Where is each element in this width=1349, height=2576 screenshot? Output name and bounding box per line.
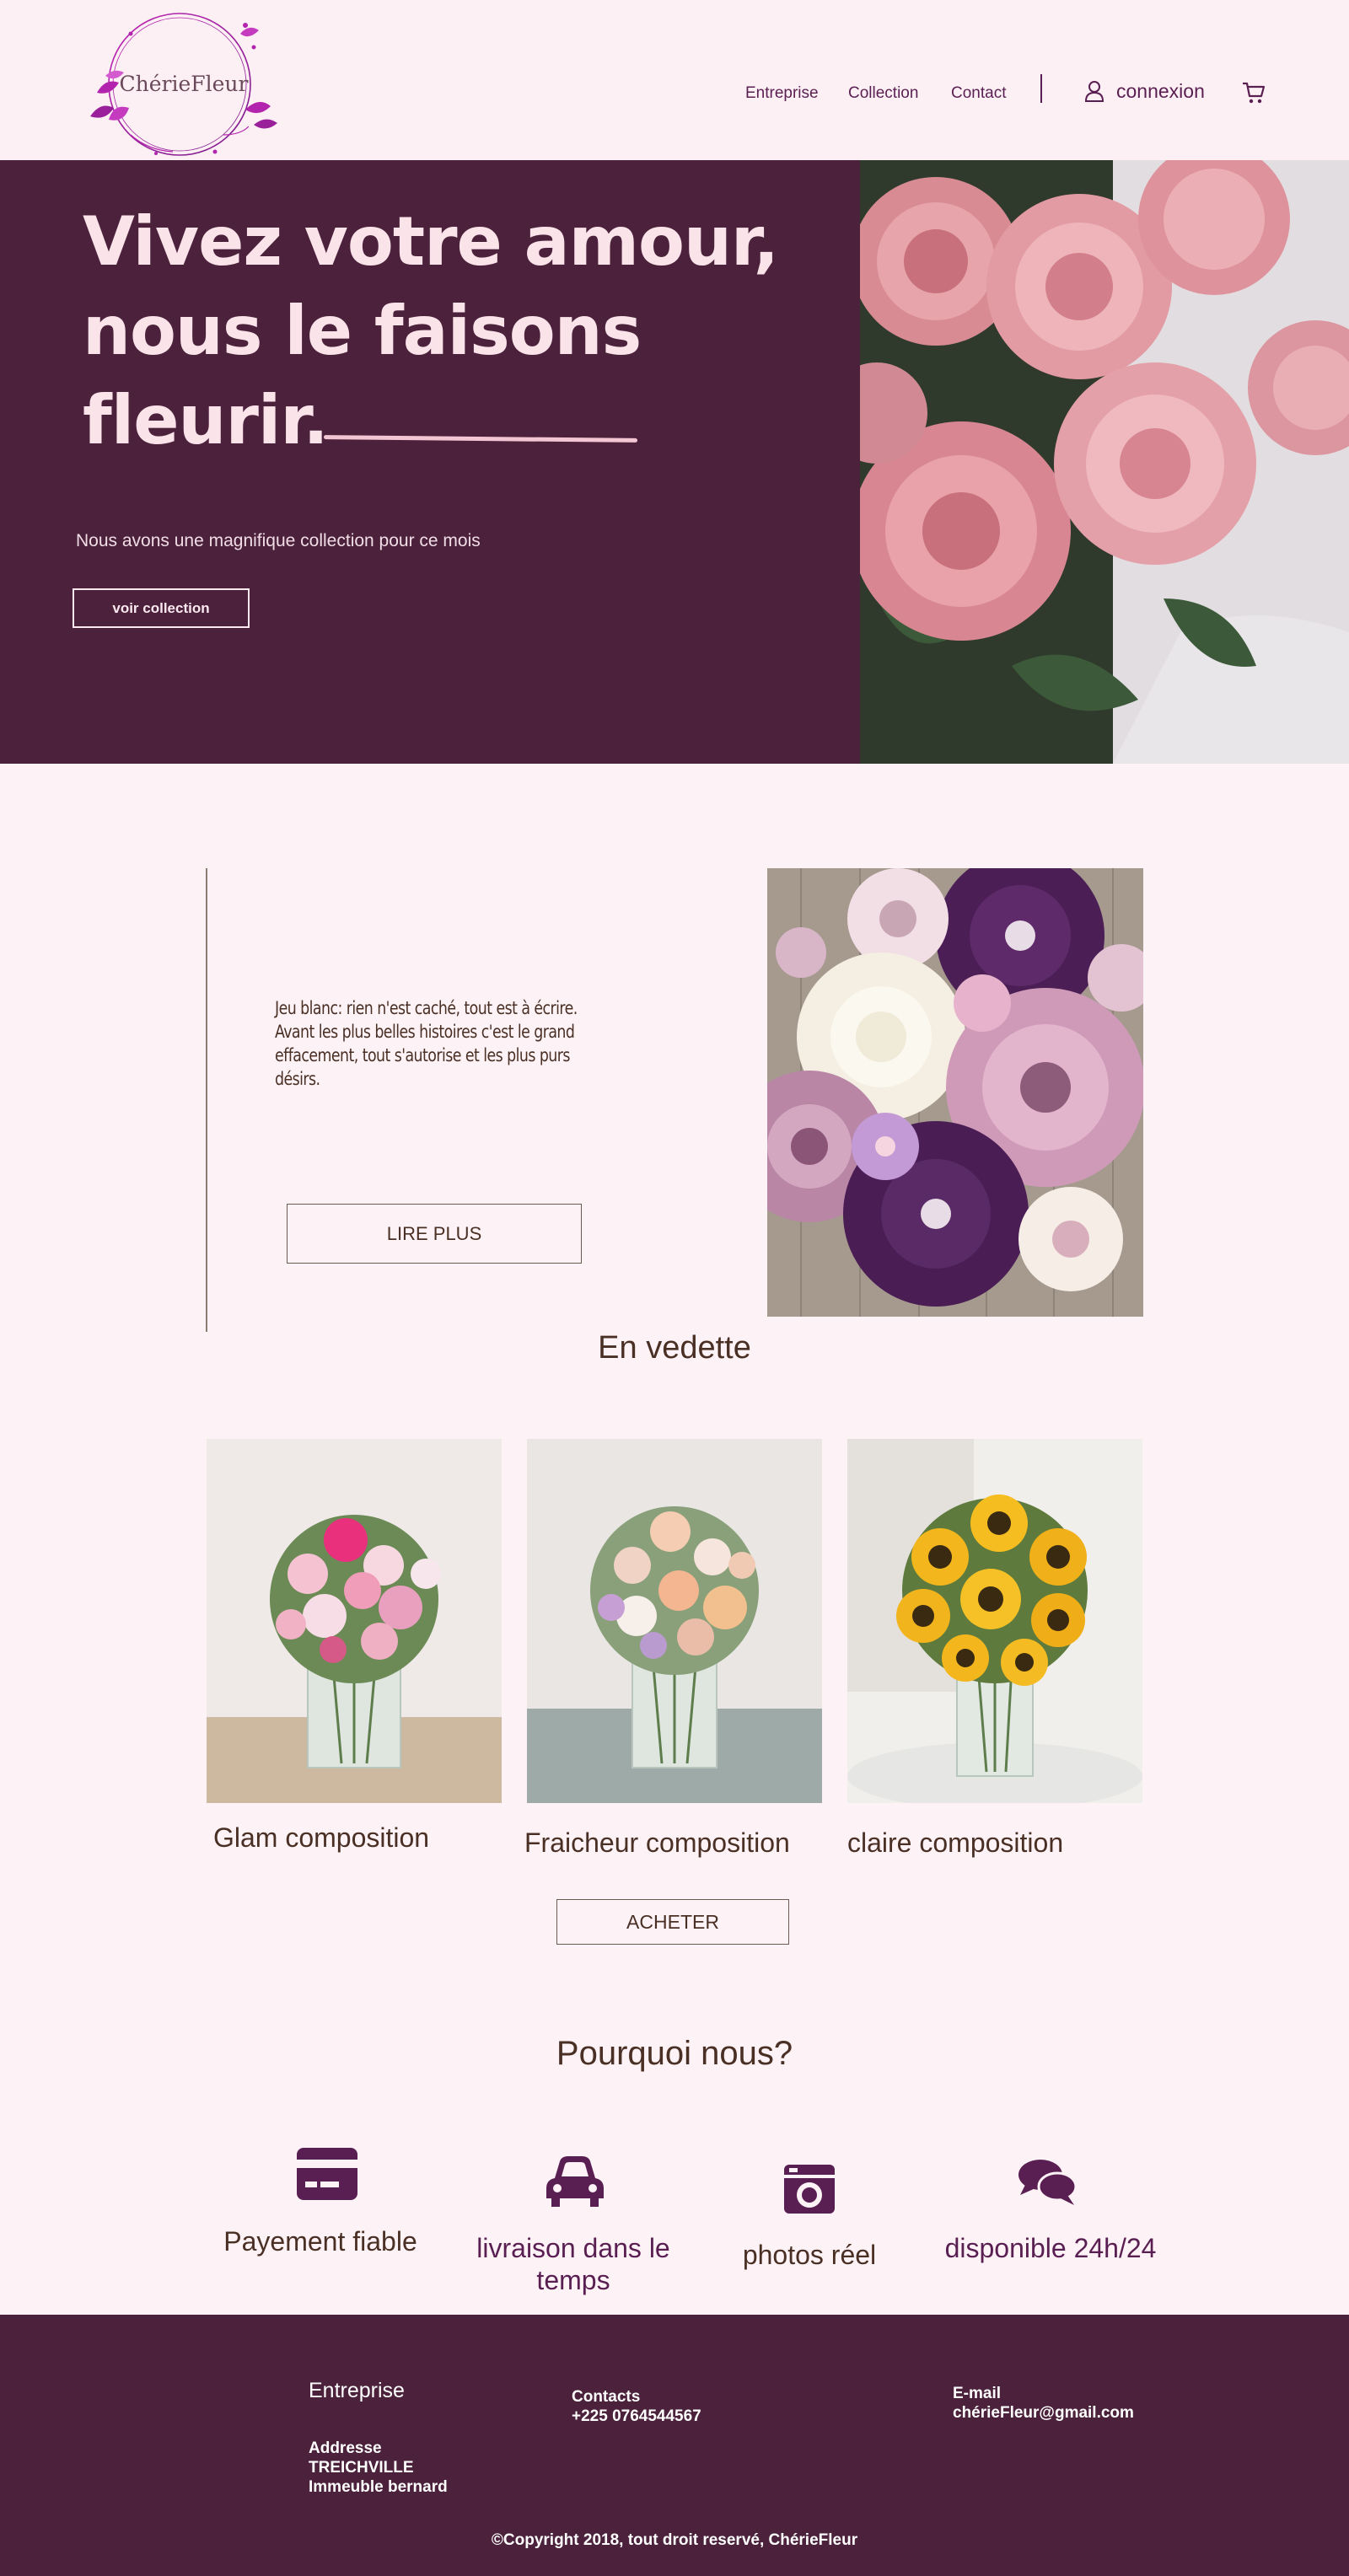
read-more-button[interactable]: LIRE PLUS xyxy=(287,1204,582,1264)
logo-text: ChérieFleur xyxy=(120,72,249,96)
nav-contact[interactable]: Contact xyxy=(951,84,1006,103)
camera-icon xyxy=(784,2165,835,2214)
buy-button[interactable]: ACHETER xyxy=(556,1899,789,1945)
product-name-claire[interactable]: claire composition xyxy=(847,1827,1063,1859)
login-button[interactable]: connexion xyxy=(1084,78,1205,104)
car-icon xyxy=(546,2156,604,2207)
footer-company-heading[interactable]: Entreprise xyxy=(309,2379,405,2403)
login-label: connexion xyxy=(1116,79,1205,102)
credit-card-icon xyxy=(297,2148,357,2200)
chat-icon xyxy=(1018,2160,1078,2205)
footer-email[interactable]: E-mail chérieFleur@gmail.com xyxy=(953,2384,1134,2423)
nav-separator xyxy=(1040,74,1042,103)
hero-roses-image xyxy=(860,160,1349,764)
footer-address: Addresse TREICHVILLE Immeuble bernard xyxy=(309,2439,448,2496)
user-icon xyxy=(1084,81,1104,102)
product-image-claire[interactable] xyxy=(847,1439,1142,1803)
product-name-glam[interactable]: Glam composition xyxy=(213,1822,429,1854)
why-item-reliable-payment: Payement fiable xyxy=(223,2226,417,2257)
footer-copyright: ©Copyright 2018, tout droit reservé, Ché… xyxy=(491,2531,858,2549)
about-text: Jeu blanc: rien n'est caché, tout est à … xyxy=(275,998,578,1089)
why-item-on-time-delivery: livraison dans le temps xyxy=(476,2233,670,2295)
about-divider xyxy=(206,868,207,1332)
product-image-fraicheur[interactable] xyxy=(527,1439,822,1803)
view-collection-button[interactable]: voir collection xyxy=(73,588,250,628)
nav-entreprise[interactable]: Entreprise xyxy=(745,84,819,103)
why-us-title: Pourquoi nous? xyxy=(556,2035,793,2072)
hero-subtitle: Nous avons une magnifique collection pou… xyxy=(76,531,481,550)
product-name-fraicheur[interactable]: Fraicheur composition xyxy=(524,1827,790,1859)
why-item-real-photos: photos réel xyxy=(742,2240,877,2270)
nav-collection[interactable]: Collection xyxy=(848,84,918,103)
featured-title: En vedette xyxy=(598,1330,751,1366)
cart-icon[interactable] xyxy=(1241,81,1266,105)
hero-title: Vivez votre amour, nous le faisons fleur… xyxy=(83,202,779,459)
footer-contacts: Contacts +225 0764544567 xyxy=(572,2388,701,2425)
product-image-glam[interactable] xyxy=(207,1439,502,1803)
why-item-available-24h: disponible 24h/24 xyxy=(944,2233,1157,2263)
logo[interactable]: ChérieFleur xyxy=(80,8,282,160)
paper-flowers-image xyxy=(767,868,1143,1317)
